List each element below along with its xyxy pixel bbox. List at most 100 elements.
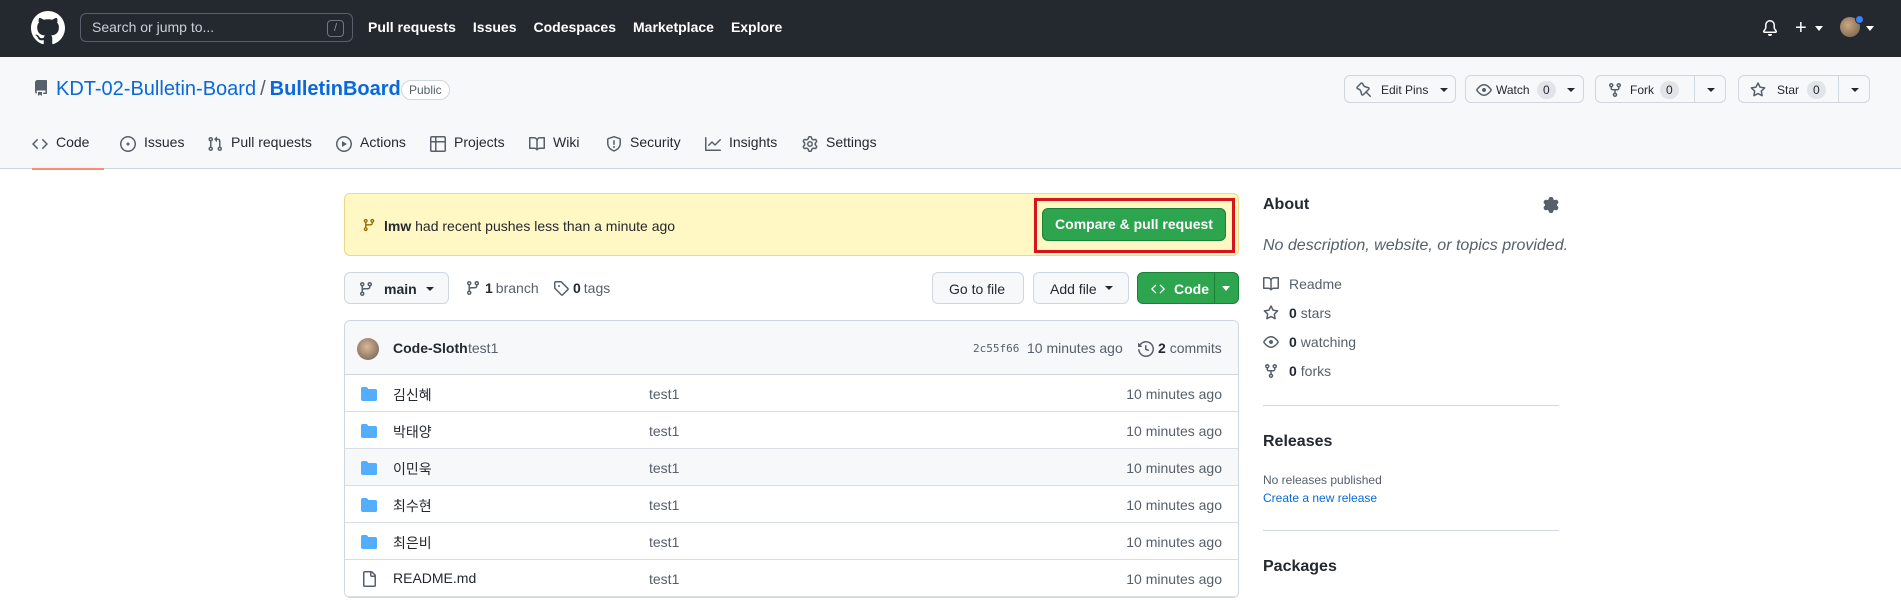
tag-count: 0 bbox=[573, 280, 581, 296]
about-settings-gear-icon[interactable] bbox=[1543, 197, 1559, 213]
compare-pull-request-button[interactable]: Compare & pull request bbox=[1042, 208, 1226, 241]
commits-link[interactable]: 2 commits bbox=[1158, 340, 1222, 356]
tags-link[interactable]: 0 tags bbox=[553, 280, 610, 296]
forks-count: 0 bbox=[1289, 363, 1297, 379]
issue-opened-icon bbox=[120, 136, 136, 152]
notifications-bell-icon[interactable] bbox=[1762, 20, 1778, 36]
tab-wiki[interactable]: Wiki bbox=[529, 134, 579, 170]
file-age: 10 minutes ago bbox=[1126, 497, 1222, 513]
branch-count-label: branch bbox=[495, 280, 539, 296]
tab-projects[interactable]: Projects bbox=[430, 134, 505, 170]
stars-link[interactable]: 0 stars bbox=[1263, 305, 1331, 321]
file-row[interactable]: 최은비 test1 10 minutes ago bbox=[345, 523, 1238, 560]
edit-pins-button[interactable]: Edit Pins bbox=[1344, 75, 1456, 103]
file-age: 10 minutes ago bbox=[1126, 571, 1222, 587]
file-commit-message[interactable]: test1 bbox=[649, 423, 679, 439]
watching-link[interactable]: 0 watching bbox=[1263, 334, 1356, 350]
nav-marketplace[interactable]: Marketplace bbox=[633, 19, 714, 35]
tab-issues[interactable]: Issues bbox=[120, 134, 184, 170]
git-branch-icon bbox=[363, 218, 375, 232]
add-file-caret-icon bbox=[1105, 286, 1113, 290]
commit-author[interactable]: Code-Sloth bbox=[393, 340, 468, 356]
branch-caret-icon bbox=[426, 287, 434, 291]
create-new-caret-icon[interactable] bbox=[1815, 26, 1823, 31]
file-row[interactable]: 이민욱 test1 10 minutes ago bbox=[345, 449, 1238, 486]
file-name[interactable]: 최은비 bbox=[393, 533, 432, 553]
forks-link[interactable]: 0 forks bbox=[1263, 363, 1331, 379]
tab-settings[interactable]: Settings bbox=[802, 134, 877, 170]
file-row[interactable]: README.md test1 10 minutes ago bbox=[345, 560, 1238, 597]
code-download-button[interactable]: Code bbox=[1137, 272, 1239, 304]
book-icon bbox=[1263, 276, 1279, 291]
tab-wiki-label: Wiki bbox=[553, 134, 580, 150]
tab-projects-label: Projects bbox=[454, 134, 505, 150]
file-commit-message[interactable]: test1 bbox=[649, 386, 679, 402]
add-file-label: Add file bbox=[1050, 281, 1097, 297]
star-button[interactable]: Star 0 bbox=[1738, 75, 1870, 103]
file-row[interactable]: 김신혜 test1 10 minutes ago bbox=[345, 375, 1238, 412]
global-search-input[interactable]: Search or jump to... / bbox=[80, 13, 353, 42]
tab-settings-label: Settings bbox=[826, 134, 877, 150]
watch-button[interactable]: Watch 0 bbox=[1465, 75, 1584, 103]
file-commit-message[interactable]: test1 bbox=[649, 534, 679, 550]
code-caret-icon[interactable] bbox=[1222, 286, 1230, 291]
watching-count: 0 bbox=[1289, 334, 1297, 350]
star-icon bbox=[1263, 305, 1279, 320]
fork-caret-icon[interactable] bbox=[1707, 88, 1715, 92]
commit-author-avatar[interactable] bbox=[357, 338, 379, 360]
file-row[interactable]: 최수현 test1 10 minutes ago bbox=[345, 486, 1238, 523]
add-file-button[interactable]: Add file bbox=[1033, 272, 1129, 304]
folder-icon bbox=[361, 424, 377, 438]
commit-message[interactable]: test1 bbox=[468, 340, 498, 356]
tab-actions[interactable]: Actions bbox=[336, 134, 406, 170]
commit-time: 10 minutes ago bbox=[1027, 340, 1123, 356]
eye-icon bbox=[1476, 84, 1492, 96]
recent-push-user[interactable]: lmw bbox=[384, 218, 411, 234]
file-name[interactable]: 최수현 bbox=[393, 496, 432, 516]
commit-sha[interactable]: 2c55f66 bbox=[973, 342, 1019, 355]
create-release-link[interactable]: Create a new release bbox=[1263, 491, 1377, 505]
nav-explore[interactable]: Explore bbox=[731, 19, 782, 35]
file-commit-message[interactable]: test1 bbox=[649, 497, 679, 513]
watch-caret-icon bbox=[1567, 88, 1575, 92]
file-commit-message[interactable]: test1 bbox=[649, 571, 679, 587]
tab-code-label: Code bbox=[56, 134, 90, 150]
folder-icon bbox=[361, 535, 377, 549]
star-caret-icon[interactable] bbox=[1851, 88, 1859, 92]
recent-push-text: lmw had recent pushes less than a minute… bbox=[384, 218, 675, 234]
nav-codespaces[interactable]: Codespaces bbox=[534, 19, 616, 35]
tab-insights[interactable]: Insights bbox=[705, 134, 777, 170]
file-row[interactable]: 박태양 test1 10 minutes ago bbox=[345, 412, 1238, 449]
file-name[interactable]: 이민욱 bbox=[393, 459, 432, 479]
file-commit-message[interactable]: test1 bbox=[649, 460, 679, 476]
tab-code[interactable]: Code bbox=[32, 134, 104, 170]
about-heading: About bbox=[1263, 196, 1310, 213]
create-new-plus-icon[interactable]: + bbox=[1795, 18, 1807, 38]
releases-heading[interactable]: Releases bbox=[1263, 433, 1332, 451]
table-icon bbox=[430, 136, 446, 152]
file-icon bbox=[363, 571, 376, 587]
user-menu-caret-icon[interactable] bbox=[1866, 26, 1874, 31]
star-divider bbox=[1838, 76, 1839, 102]
go-to-file-button[interactable]: Go to file bbox=[932, 272, 1024, 304]
forks-label: forks bbox=[1300, 363, 1332, 379]
readme-link[interactable]: Readme bbox=[1263, 276, 1342, 292]
sidebar-divider bbox=[1263, 530, 1559, 531]
play-icon bbox=[336, 136, 352, 152]
branch-select-button[interactable]: main bbox=[344, 272, 449, 304]
file-name[interactable]: 김신혜 bbox=[393, 385, 432, 405]
star-label: Star bbox=[1777, 83, 1800, 97]
tab-pull-requests[interactable]: Pull requests bbox=[207, 134, 312, 170]
file-age: 10 minutes ago bbox=[1126, 460, 1222, 476]
repo-name-link[interactable]: BulletinBoard bbox=[270, 78, 401, 100]
nav-pull-requests[interactable]: Pull requests bbox=[368, 19, 456, 35]
repo-owner-link[interactable]: KDT-02-Bulletin-Board bbox=[56, 78, 256, 100]
nav-issues[interactable]: Issues bbox=[473, 19, 517, 35]
tab-security[interactable]: Security bbox=[606, 134, 681, 170]
file-name[interactable]: README.md bbox=[393, 570, 476, 586]
fork-button[interactable]: Fork 0 bbox=[1595, 75, 1726, 103]
github-logo-icon[interactable] bbox=[31, 11, 65, 45]
branches-link[interactable]: 1 branch bbox=[465, 280, 539, 296]
packages-heading[interactable]: Packages bbox=[1263, 558, 1337, 576]
file-name[interactable]: 박태양 bbox=[393, 422, 432, 442]
